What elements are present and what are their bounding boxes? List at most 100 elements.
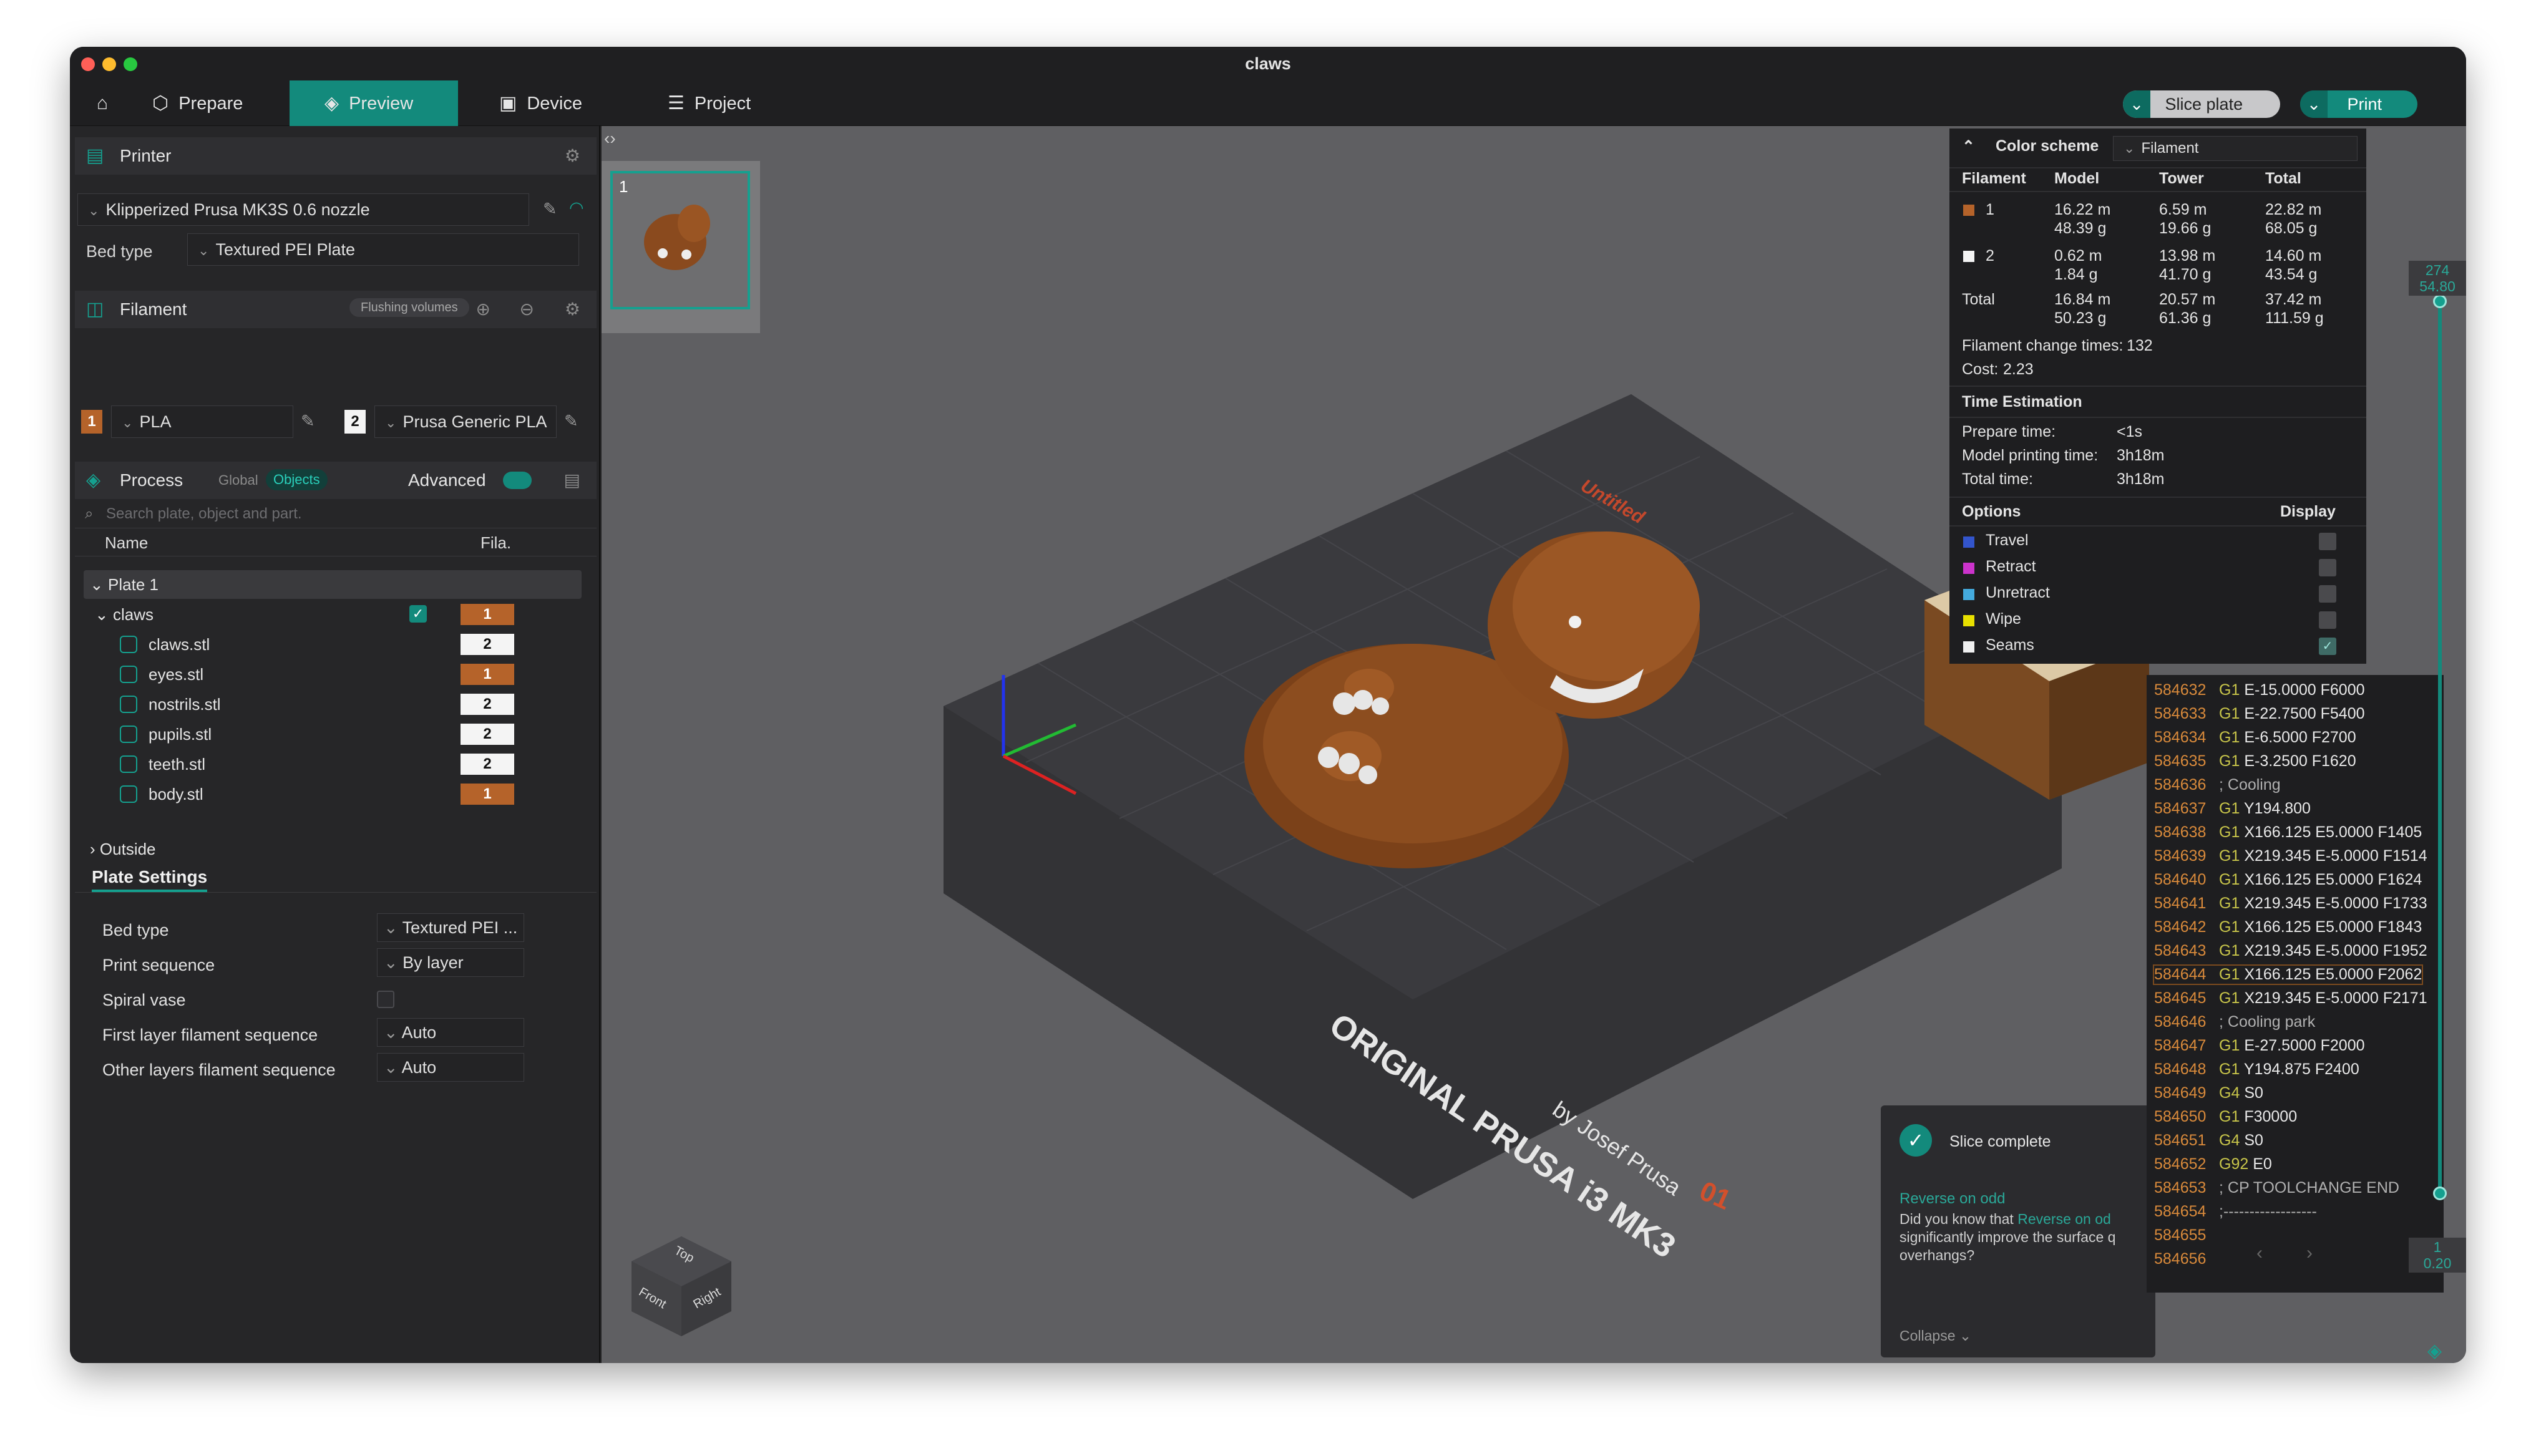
object-fila-chip[interactable]: 1 [461,604,514,625]
gcode-line[interactable]: 584650 G1 F30000 [2154,1108,2297,1126]
filament-1-color[interactable]: 1 [81,410,102,434]
gcode-line[interactable]: 584653 ; CP TOOLCHANGE END [2154,1179,2399,1197]
part-fila-chip[interactable]: 1 [461,784,514,805]
option-display-checkbox[interactable] [2319,533,2336,550]
layer-slider-track[interactable] [2438,301,2442,1193]
minimize-window-button[interactable] [102,57,116,71]
3d-viewport[interactable]: ‹ › 1 ORIGINAL PRUSA i3 MK3 by Josef Prus… [602,126,2466,1363]
flushing-volumes-button[interactable]: Flushing volumes [349,298,469,317]
part-fila-chip[interactable]: 2 [461,634,514,655]
gcode-line[interactable]: 584648 G1 Y194.875 F2400 [2154,1060,2359,1079]
gcode-line[interactable]: 584654 ;------------------ [2154,1203,2317,1221]
tree-plate-row[interactable]: ⌄ Plate 1 [84,570,582,599]
bed-type-select[interactable]: ⌄ Textured PEI Plate [187,233,579,266]
advanced-toggle[interactable] [503,472,532,489]
zoom-window-button[interactable] [124,57,137,71]
settings-sliders-icon[interactable]: ⚙ [565,291,580,328]
part-fila-chip[interactable]: 2 [461,694,514,715]
layer-bottom-number: 1 [2433,1239,2442,1255]
collapse-button[interactable]: Collapse ⌄ [1900,1327,1971,1344]
legend-cell-id: 2 [1986,247,1994,265]
gcode-arguments: E-15.0000 F6000 [2244,681,2365,699]
tab-project[interactable]: ☰ Project [668,80,768,126]
navigation-cube[interactable]: Top Front Right [619,1224,744,1349]
col-name[interactable]: Name [105,528,148,557]
gcode-line[interactable]: 584656 [2154,1250,2219,1268]
gcode-line[interactable]: 584645 G1 X219.345 E-5.0000 F2171 [2154,989,2427,1007]
print-button[interactable]: ⌄ Print [2300,90,2417,118]
gcode-line[interactable]: 584644 G1 X166.125 E5.0000 F2062 [2152,964,2424,985]
part-fila-chip[interactable]: 2 [461,754,514,775]
part-fila-chip[interactable]: 2 [461,724,514,745]
slice-plate-button[interactable]: ⌄ Slice plate [2123,90,2280,118]
printer-select[interactable]: ⌄ Klipperized Prusa MK3S 0.6 nozzle [77,193,529,226]
filament-1-select[interactable]: ⌄ PLA [111,405,293,438]
gcode-line[interactable]: 584651 G4 S0 [2154,1132,2263,1150]
gcode-line[interactable]: 584652 G92 E0 [2154,1155,2272,1173]
edit-icon[interactable]: ✎ [301,412,315,431]
compare-icon[interactable]: ▤ [564,462,580,499]
edit-icon[interactable]: ✎ [564,412,578,431]
option-display-checkbox[interactable] [2319,559,2336,576]
col-fila[interactable]: Fila. [480,528,511,557]
option-display-checkbox[interactable] [2319,585,2336,603]
gcode-line[interactable]: 584641 G1 X219.345 E-5.0000 F1733 [2154,895,2427,913]
gcode-line[interactable]: 584638 G1 X166.125 E5.0000 F1405 [2154,823,2422,842]
option-display-checkbox[interactable] [2319,611,2336,629]
option-display-checkbox[interactable]: ✓ [2319,638,2336,655]
option-label: Wipe [1986,610,2021,628]
tab-prepare[interactable]: ⬡ Prepare [152,80,252,126]
gcode-line[interactable]: 584647 G1 E-27.5000 F2000 [2154,1037,2365,1055]
notification-body-link[interactable]: Reverse on od [2017,1211,2111,1227]
gcode-line[interactable]: 584642 G1 X166.125 E5.0000 F1843 [2154,918,2422,936]
gcode-line-number: 584637 [2154,800,2207,817]
ps-other-layers-select[interactable]: ⌄ Auto [377,1053,524,1082]
ps-first-layer-select[interactable]: ⌄ Auto [377,1018,524,1047]
gcode-line[interactable]: 584649 G4 S0 [2154,1084,2263,1102]
layer-slider-bottom-handle[interactable] [2433,1187,2447,1200]
gcode-line[interactable]: 584637 G1 Y194.800 [2154,800,2311,818]
gcode-line[interactable]: 584646 ; Cooling park [2154,1013,2315,1031]
home-button[interactable]: ⌂ [84,80,121,126]
process-global-toggle[interactable]: Global [218,462,258,499]
tab-device[interactable]: ▣ Device [499,80,599,126]
ps-bed-type-select[interactable]: ⌄ Textured PEI ... [377,913,524,942]
close-window-button[interactable] [81,57,95,71]
color-scheme-select[interactable]: ⌄ Filament [2113,136,2358,161]
gcode-line[interactable]: 584634 G1 E-6.5000 F2700 [2154,729,2356,747]
gcode-line[interactable]: 584633 G1 E-22.7500 F5400 [2154,705,2365,723]
gcode-line[interactable]: 584643 G1 X219.345 E-5.0000 F1952 [2154,942,2427,960]
settings-sliders-icon[interactable]: ⚙ [565,137,580,175]
edit-icon[interactable]: ✎ [543,200,557,219]
filament-section-header: ◫ Filament Flushing volumes ⊕ ⊖ ⚙ [75,291,597,328]
layers-icon[interactable]: ◈ [2427,1340,2442,1362]
object-search[interactable]: ⌕ Search plate, object and part. [75,502,597,527]
gcode-line[interactable]: 584636 ; Cooling [2154,776,2281,794]
ps-print-sequence-select[interactable]: ⌄ By layer [377,948,524,977]
add-filament-icon[interactable]: ⊕ [476,291,490,328]
option-label: Travel [1986,531,2029,549]
slice-plate-label: Slice plate [2165,95,2243,114]
gcode-line[interactable]: 584635 G1 E-3.2500 F1620 [2154,752,2356,770]
spiral-vase-checkbox[interactable] [377,991,394,1008]
tab-preview[interactable]: ◈ Preview [290,80,458,126]
process-objects-toggle[interactable]: Objects [266,469,328,490]
filament-2-color[interactable]: 2 [344,410,366,434]
chevron-left-icon[interactable]: ‹ [2256,1243,2263,1264]
remove-filament-icon[interactable]: ⊖ [520,291,534,328]
part-fila-chip[interactable]: 1 [461,664,514,685]
total-time-value: 3h18m [2117,470,2165,488]
layer-slider-top-handle[interactable] [2433,294,2447,308]
gcode-line[interactable]: 584632 G1 E-15.0000 F6000 [2154,681,2365,699]
gcode-line[interactable]: 584640 G1 X166.125 E5.0000 F1624 [2154,871,2422,889]
notification-link[interactable]: Reverse on odd [1900,1190,2005,1208]
gcode-line[interactable]: 584639 G1 X219.345 E-5.0000 F1514 [2154,847,2427,865]
tree-outside-row[interactable]: › Outside [90,835,156,863]
object-visible-checkbox[interactable]: ✓ [409,605,427,623]
plate-settings-tab[interactable]: Plate Settings [92,867,208,892]
collapse-legend-icon[interactable]: ⌃ [1962,137,1975,156]
chevron-right-icon[interactable]: › [2306,1243,2313,1264]
gcode-line[interactable]: 584655 [2154,1226,2219,1245]
filament-2-select[interactable]: ⌄ Prusa Generic PLA [374,405,557,438]
wifi-icon[interactable]: ◠ [569,198,584,218]
